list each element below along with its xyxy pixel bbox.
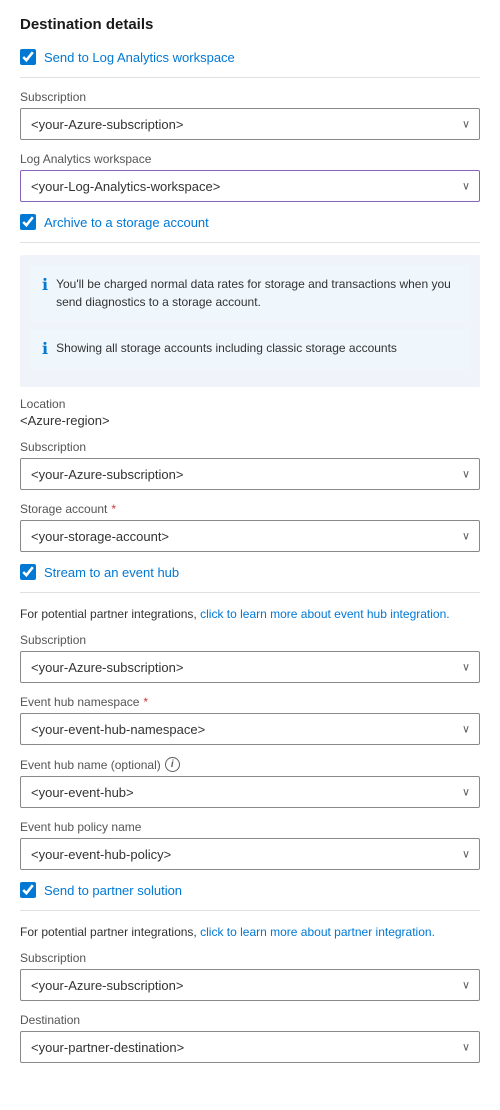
divider-1 — [20, 77, 480, 78]
log-analytics-label: Send to Log Analytics workspace — [44, 50, 235, 65]
event-hub-subscription-select[interactable]: <your-Azure-subscription> — [20, 651, 480, 683]
storage-info-boxes: ℹ You'll be charged normal data rates fo… — [20, 255, 480, 387]
event-hub-checkbox[interactable] — [20, 564, 36, 580]
event-hub-name-group: Event hub name (optional) i <your-event-… — [20, 757, 480, 808]
partner-solution-link[interactable]: click to learn more about partner integr… — [200, 925, 435, 939]
storage-location-label: Location — [20, 397, 480, 411]
storage-account-select[interactable]: <your-storage-account> — [20, 520, 480, 552]
log-analytics-subscription-label: Subscription — [20, 90, 480, 104]
event-hub-name-label: Event hub name (optional) i — [20, 757, 480, 772]
event-hub-partner-text: For potential partner integrations, clic… — [20, 605, 480, 623]
storage-account-label: Archive to a storage account — [44, 215, 209, 230]
event-hub-subscription-wrapper: <your-Azure-subscription> ∨ — [20, 651, 480, 683]
event-hub-label: Stream to an event hub — [44, 565, 179, 580]
storage-info-box-2: ℹ Showing all storage accounts including… — [30, 329, 470, 369]
event-hub-name-select[interactable]: <your-event-hub> — [20, 776, 480, 808]
event-hub-subscription-label: Subscription — [20, 633, 480, 647]
storage-info-icon-1: ℹ — [42, 275, 48, 295]
partner-solution-destination-wrapper: <your-partner-destination> ∨ — [20, 1031, 480, 1063]
log-analytics-workspace-select[interactable]: <your-Log-Analytics-workspace> — [20, 170, 480, 202]
log-analytics-subscription-group: Subscription <your-Azure-subscription> ∨ — [20, 90, 480, 140]
log-analytics-checkbox[interactable] — [20, 49, 36, 65]
storage-subscription-label: Subscription — [20, 440, 480, 454]
storage-account-checkbox[interactable] — [20, 214, 36, 230]
event-hub-namespace-required: * — [143, 695, 148, 709]
storage-required-star: * — [111, 502, 116, 516]
log-analytics-workspace-wrapper: <your-Log-Analytics-workspace> ∨ — [20, 170, 480, 202]
storage-location-value: <Azure-region> — [20, 413, 480, 428]
event-hub-namespace-label: Event hub namespace * — [20, 695, 480, 709]
storage-account-field-label: Storage account * — [20, 502, 480, 516]
storage-location-group: Location <Azure-region> — [20, 397, 480, 428]
event-hub-partner-link[interactable]: click to learn more about event hub inte… — [200, 607, 449, 621]
partner-solution-partner-text: For potential partner integrations, clic… — [20, 923, 480, 941]
event-hub-namespace-wrapper: <your-event-hub-namespace> ∨ — [20, 713, 480, 745]
storage-info-box-1: ℹ You'll be charged normal data rates fo… — [30, 265, 470, 321]
divider-3 — [20, 592, 480, 593]
storage-account-group: Storage account * <your-storage-account>… — [20, 502, 480, 552]
storage-subscription-group: Subscription <your-Azure-subscription> ∨ — [20, 440, 480, 490]
divider-4 — [20, 910, 480, 911]
log-analytics-subscription-select[interactable]: <your-Azure-subscription> — [20, 108, 480, 140]
event-hub-policy-wrapper: <your-event-hub-policy> ∨ — [20, 838, 480, 870]
log-analytics-subscription-wrapper: <your-Azure-subscription> ∨ — [20, 108, 480, 140]
storage-subscription-wrapper: <your-Azure-subscription> ∨ — [20, 458, 480, 490]
partner-solution-checkbox[interactable] — [20, 882, 36, 898]
event-hub-subscription-group: Subscription <your-Azure-subscription> ∨ — [20, 633, 480, 683]
partner-solution-subscription-wrapper: <your-Azure-subscription> ∨ — [20, 969, 480, 1001]
log-analytics-workspace-label: Log Analytics workspace — [20, 152, 480, 166]
storage-info-text-1: You'll be charged normal data rates for … — [56, 275, 458, 311]
partner-solution-subscription-select[interactable]: <your-Azure-subscription> — [20, 969, 480, 1001]
divider-2 — [20, 242, 480, 243]
partner-solution-destination-group: Destination <your-partner-destination> ∨ — [20, 1013, 480, 1063]
partner-solution-label: Send to partner solution — [44, 883, 182, 898]
page-title: Destination details — [20, 16, 480, 33]
storage-account-wrapper: <your-storage-account> ∨ — [20, 520, 480, 552]
event-hub-partner-text-1: For potential partner integrations, — [20, 607, 200, 621]
event-hub-policy-select[interactable]: <your-event-hub-policy> — [20, 838, 480, 870]
event-hub-namespace-select[interactable]: <your-event-hub-namespace> — [20, 713, 480, 745]
event-hub-name-wrapper: <your-event-hub> ∨ — [20, 776, 480, 808]
event-hub-name-info-icon[interactable]: i — [165, 757, 180, 772]
storage-subscription-select[interactable]: <your-Azure-subscription> — [20, 458, 480, 490]
partner-solution-text-1: For potential partner integrations, — [20, 925, 200, 939]
storage-info-icon-2: ℹ — [42, 339, 48, 359]
storage-info-text-2: Showing all storage accounts including c… — [56, 339, 397, 357]
event-hub-policy-label: Event hub policy name — [20, 820, 480, 834]
partner-solution-destination-select[interactable]: <your-partner-destination> — [20, 1031, 480, 1063]
event-hub-policy-group: Event hub policy name <your-event-hub-po… — [20, 820, 480, 870]
log-analytics-workspace-group: Log Analytics workspace <your-Log-Analyt… — [20, 152, 480, 202]
event-hub-namespace-group: Event hub namespace * <your-event-hub-na… — [20, 695, 480, 745]
partner-solution-destination-label: Destination — [20, 1013, 480, 1027]
partner-solution-subscription-label: Subscription — [20, 951, 480, 965]
partner-solution-subscription-group: Subscription <your-Azure-subscription> ∨ — [20, 951, 480, 1001]
